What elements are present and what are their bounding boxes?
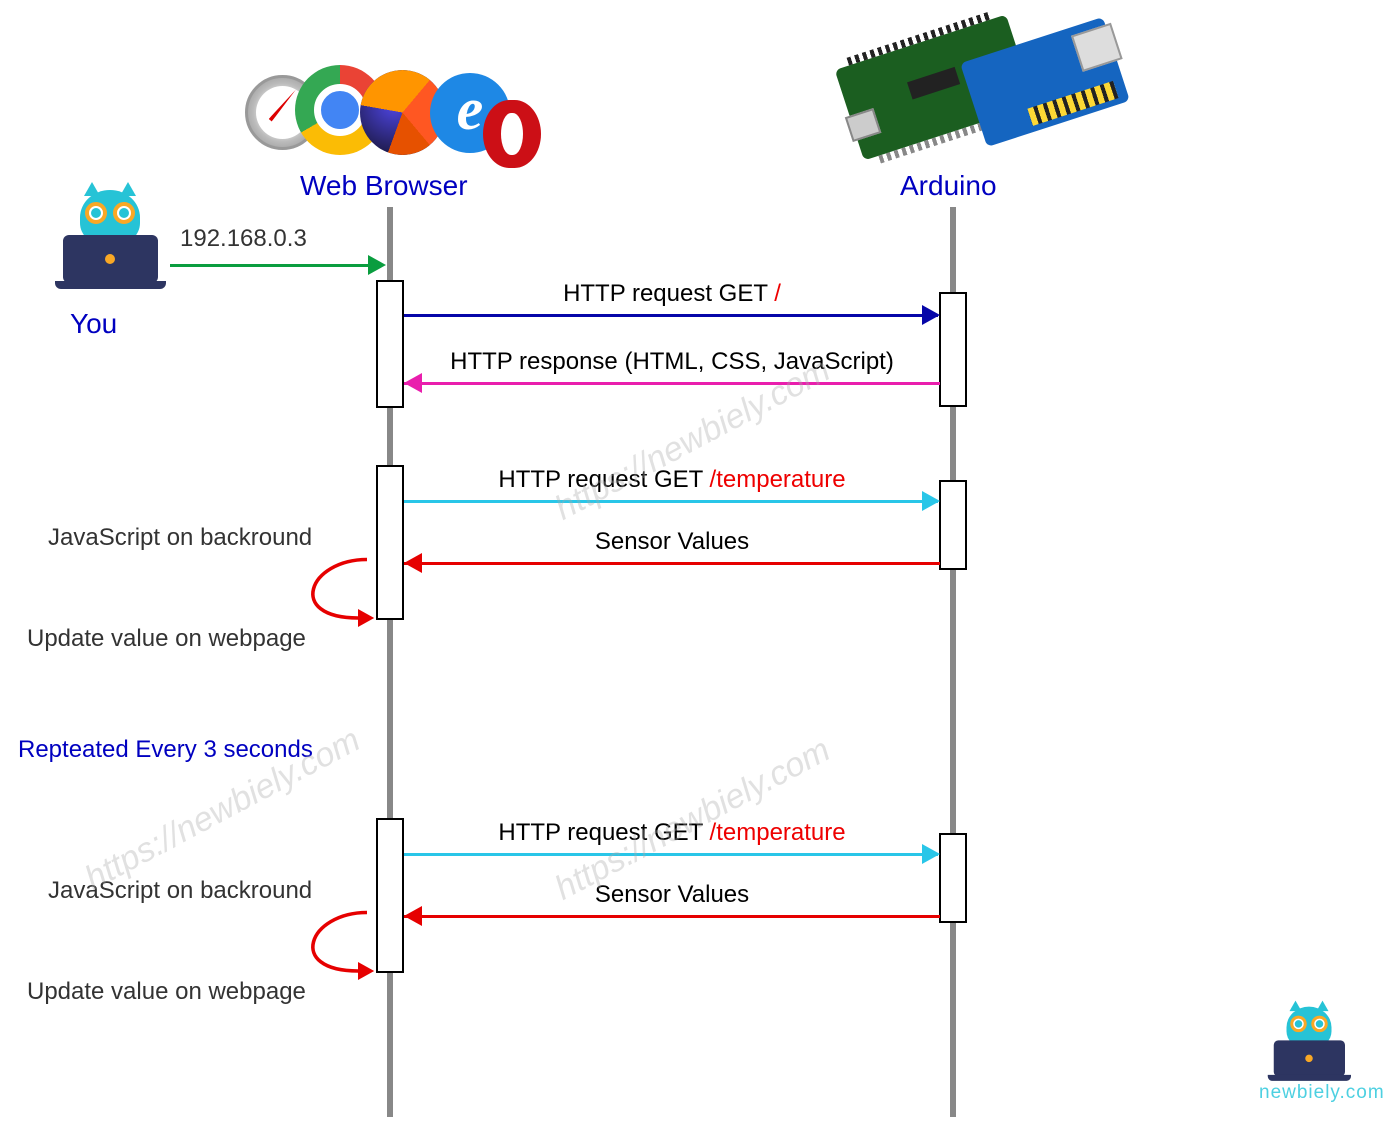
- msg-get-temp-2-path: /temperature: [710, 819, 846, 846]
- arrow-sensor-1-head: [404, 553, 422, 573]
- msg-resp-html: HTTP response (HTML, CSS, JavaScript): [406, 348, 938, 376]
- arduino-activation-1: [939, 292, 967, 407]
- arduino-activation-2: [939, 480, 967, 570]
- msg-sensor-2: Sensor Values: [406, 881, 938, 909]
- self-loop-2: [295, 908, 385, 998]
- you-actor-icon: [50, 190, 170, 283]
- arrow-get-temp-1: [404, 500, 938, 503]
- opera-icon: [483, 100, 541, 168]
- arrow-get-temp-2-head: [922, 844, 940, 864]
- msg-get-temp-1: HTTP request GET /temperature: [406, 466, 938, 494]
- msg-get-root: HTTP request GET /: [406, 280, 938, 308]
- ip-arrow: [170, 264, 370, 267]
- arduino-icon: [840, 10, 1120, 165]
- js-bg-label-1: JavaScript on backround: [48, 524, 312, 552]
- browser-icons: [245, 65, 535, 170]
- arrow-get-root-head: [922, 305, 940, 325]
- browser-label: Web Browser: [300, 170, 468, 202]
- arrow-get-root: [404, 314, 938, 317]
- js-bg-label-2: JavaScript on backround: [48, 877, 312, 905]
- msg-get-temp-2: HTTP request GET /temperature: [406, 819, 938, 847]
- msg-get-temp-2-prefix: HTTP request GET: [498, 819, 709, 846]
- arrow-sensor-2: [404, 915, 940, 918]
- msg-get-root-path: /: [774, 280, 781, 307]
- arrow-sensor-1: [404, 562, 940, 565]
- update-label-2: Update value on webpage: [27, 978, 306, 1006]
- arduino-label: Arduino: [900, 170, 997, 202]
- msg-get-temp-1-prefix: HTTP request GET: [498, 466, 709, 493]
- arrow-resp-html: [404, 382, 940, 385]
- repeated-label: Repteated Every 3 seconds: [18, 736, 313, 764]
- arrow-sensor-2-head: [404, 906, 422, 926]
- ip-address-label: 192.168.0.3: [180, 225, 307, 253]
- msg-get-temp-1-path: /temperature: [710, 466, 846, 493]
- logo: newbiely.com: [1259, 995, 1359, 1104]
- logo-text: newbiely.com: [1259, 1082, 1359, 1104]
- ip-arrow-head: [368, 255, 386, 275]
- arrow-get-temp-2: [404, 853, 938, 856]
- update-label-1: Update value on webpage: [27, 625, 306, 653]
- browser-activation-1: [376, 280, 404, 408]
- msg-get-root-prefix: HTTP request GET: [563, 280, 774, 307]
- self-loop-1: [295, 555, 385, 645]
- you-label: You: [70, 308, 117, 340]
- arrow-get-temp-1-head: [922, 491, 940, 511]
- msg-sensor-1: Sensor Values: [406, 528, 938, 556]
- arduino-activation-3: [939, 833, 967, 923]
- arrow-resp-html-head: [404, 373, 422, 393]
